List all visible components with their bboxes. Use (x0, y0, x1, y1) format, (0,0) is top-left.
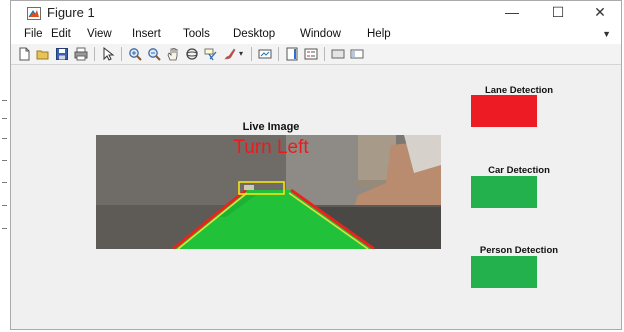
axes-title: Live Image (242, 121, 300, 133)
edge-mark (2, 138, 7, 139)
save-icon[interactable] (55, 47, 69, 61)
new-figure-icon[interactable] (17, 47, 31, 61)
figure-toolbar: ▾ (11, 44, 621, 65)
edge-mark (2, 228, 7, 229)
edge-mark (2, 100, 7, 101)
edge-mark (2, 160, 7, 161)
figure-window: Figure 1 — ☐ ✕ File Edit View Insert Too… (10, 0, 622, 330)
edit-plot-pointer-icon[interactable] (101, 47, 115, 61)
menu-desktop[interactable]: Desktop (233, 28, 275, 40)
insert-legend-icon[interactable] (304, 47, 318, 61)
turn-direction-overlay: Turn Left (233, 137, 309, 158)
person-detection-label: Person Detection (479, 245, 559, 256)
background-edge (0, 0, 10, 332)
pan-hand-icon[interactable] (166, 47, 180, 61)
menu-help[interactable]: Help (367, 28, 391, 40)
lane-detection-indicator (471, 95, 537, 127)
zoom-out-icon[interactable] (147, 47, 161, 61)
edge-mark (2, 182, 7, 183)
toolbar-separator (324, 47, 325, 61)
brush-icon[interactable] (223, 47, 237, 61)
edge-mark (2, 205, 7, 206)
menu-tools[interactable]: Tools (183, 28, 210, 40)
maximize-button[interactable]: ☐ (535, 2, 581, 22)
person-detection-indicator (471, 256, 537, 288)
window-title: Figure 1 (47, 5, 95, 20)
data-cursor-icon[interactable] (204, 47, 218, 61)
menu-view[interactable]: View (87, 28, 112, 40)
menu-edit[interactable]: Edit (51, 28, 71, 40)
toolbar-separator (94, 47, 95, 61)
link-plot-icon[interactable] (258, 47, 272, 61)
print-icon[interactable] (74, 47, 88, 61)
toolbar-separator (278, 47, 279, 61)
insert-colorbar-icon[interactable] (285, 47, 299, 61)
minimize-button[interactable]: — (489, 2, 535, 22)
edge-mark (2, 118, 7, 119)
title-bar[interactable]: Figure 1 — ☐ ✕ (11, 1, 621, 25)
toolbar-separator (121, 47, 122, 61)
close-button[interactable]: ✕ (577, 2, 623, 22)
menu-overflow-arrow-icon[interactable]: ▼ (602, 29, 611, 39)
open-file-icon[interactable] (36, 47, 50, 61)
show-plot-tools-icon[interactable] (350, 47, 364, 61)
car-detection-indicator (471, 176, 537, 208)
menu-bar: File Edit View Insert Tools Desktop Wind… (11, 25, 621, 44)
matlab-figure-icon (27, 7, 41, 20)
menu-insert[interactable]: Insert (132, 28, 161, 40)
zoom-in-icon[interactable] (128, 47, 142, 61)
menu-file[interactable]: File (24, 28, 43, 40)
rotate-3d-icon[interactable] (185, 47, 199, 61)
car-detection-label: Car Detection (488, 165, 550, 176)
toolbar-separator (251, 47, 252, 61)
hide-plot-tools-icon[interactable] (331, 47, 345, 61)
menu-window[interactable]: Window (300, 28, 341, 40)
